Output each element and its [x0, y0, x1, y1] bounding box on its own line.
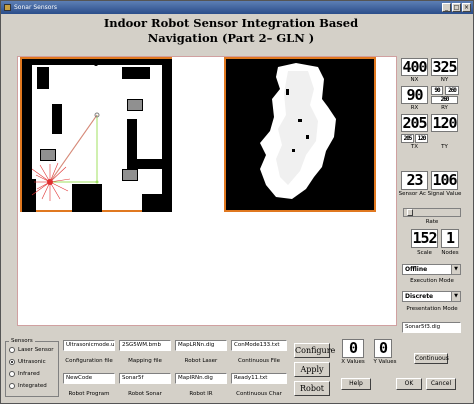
continuous-char-label: Continuous Char: [236, 391, 282, 397]
robot-sonar-field[interactable]: Sonar5f: [119, 373, 171, 384]
mapping-file-field[interactable]: 2SG5WM.bmb: [119, 340, 171, 351]
robot-program-field[interactable]: NewCode: [63, 373, 115, 384]
continuous-file-label: Continuous File: [237, 358, 280, 364]
x-values-label: X Values: [341, 359, 365, 365]
maximize-button[interactable]: □: [452, 3, 461, 12]
radio-label: Integrated: [18, 383, 47, 389]
path-line: [49, 114, 98, 183]
heading-line-1: Indoor Robot Sensor Integration Based: [103, 16, 359, 30]
ny-display: 325: [431, 58, 458, 76]
continuous-char-field[interactable]: Ready11.txt: [231, 373, 287, 384]
cancel-button[interactable]: Cancel: [426, 378, 456, 390]
ry-small-display: 260: [445, 86, 459, 95]
nx-label: NX: [410, 77, 419, 83]
map-marker: [94, 62, 98, 66]
rate-slider[interactable]: [403, 208, 461, 217]
application-window: Sonar Sensors _ □ × Indoor Robot Sensor …: [0, 0, 474, 404]
ty-label: TY: [441, 144, 448, 150]
configure-button[interactable]: Configure: [294, 343, 335, 358]
radio-indicator[interactable]: [9, 371, 15, 377]
y-values-label: Y Values: [373, 359, 397, 365]
radio-indicator[interactable]: [9, 383, 15, 389]
sensor-a-display: 23: [401, 171, 428, 190]
ty-small-display: 120: [415, 134, 428, 143]
rate-label: Rate: [425, 219, 439, 225]
radio-laser-sensor[interactable]: Laser Sensor: [9, 347, 54, 353]
apply-button[interactable]: Apply: [294, 362, 330, 377]
heading-line-2: Navigation (Part 2– GLN ): [147, 31, 315, 45]
scale-display: 152: [411, 229, 438, 248]
chevron-down-icon[interactable]: ▼: [451, 265, 460, 274]
radio-indicator[interactable]: [9, 359, 15, 365]
robot-sonar-label: Robot Sonar: [128, 391, 162, 397]
radio-indicator[interactable]: [9, 347, 15, 353]
mapping-file-label: Mapping file: [128, 358, 162, 364]
page-heading: Indoor Robot Sensor Integration Based Na…: [91, 16, 371, 46]
nx-display: 400: [401, 58, 428, 76]
help-button[interactable]: Help: [341, 378, 371, 390]
nodes-display: 1: [441, 229, 459, 248]
nodes-label: Nodes: [441, 250, 459, 256]
environment-map[interactable]: [20, 57, 172, 212]
minimize-button[interactable]: _: [442, 3, 451, 12]
radio-ultrasonic[interactable]: Ultrasonic: [9, 359, 46, 365]
radio-label: Laser Sensor: [18, 347, 54, 353]
robot-ir-field[interactable]: MapIRNn.dig: [175, 373, 227, 384]
execution-mode-value: Offline: [405, 266, 428, 273]
robot-laser-field[interactable]: MapLRNn.dig: [175, 340, 227, 351]
ty-display: 120: [431, 114, 458, 132]
title-bar: Sonar Sensors _ □ ×: [1, 1, 473, 14]
scale-label: Scale: [417, 250, 432, 256]
robot-button[interactable]: Robot: [294, 381, 330, 396]
robot-path-overlay: [31, 112, 100, 201]
close-button[interactable]: ×: [462, 3, 471, 12]
ry-label: RY: [441, 105, 448, 111]
radio-integrated[interactable]: Integrated: [9, 383, 47, 389]
robot-program-label: Robot Program: [68, 391, 110, 397]
sensors-group-label: Sensors: [9, 338, 35, 344]
rx-label: RX: [410, 105, 419, 111]
chevron-down-icon[interactable]: ▼: [451, 292, 460, 301]
configuration-file-field[interactable]: Ultrasonicmode.un-kur: [63, 340, 115, 351]
sonar-map[interactable]: [224, 57, 376, 212]
presentation-mode-value: Discrete: [405, 293, 434, 300]
continuous-button[interactable]: Continuous: [414, 353, 449, 364]
configuration-file-label: Configuration file: [65, 358, 113, 364]
robot-marker: [47, 179, 53, 185]
radio-label: Infrared: [18, 371, 40, 377]
presentation-mode-select[interactable]: Discrete ▼: [402, 291, 461, 302]
robot-ir-label: Robot IR: [189, 391, 213, 397]
radio-label: Ultrasonic: [18, 359, 46, 365]
tx-label: TX: [410, 144, 419, 150]
y-values-display: 0: [374, 339, 392, 358]
execution-mode-select[interactable]: Offline ▼: [402, 264, 461, 275]
rate-slider-thumb[interactable]: [407, 209, 413, 216]
rx-small-display: 90: [431, 86, 443, 95]
tx-display: 205: [401, 114, 428, 132]
continuous-file-field[interactable]: ConMode133.txt: [231, 340, 287, 351]
sensor-b-display: 106: [431, 171, 458, 190]
waypoint-marker: [95, 180, 99, 184]
radio-infrared[interactable]: Infrared: [9, 371, 40, 377]
app-icon: [4, 4, 11, 11]
sensor-signal-label: Sensor Ac Signal Value: [398, 191, 462, 197]
x-values-display: 0: [342, 339, 364, 358]
presentation-mode-label: Presentation Mode: [406, 306, 458, 312]
ny-label: NY: [440, 77, 449, 83]
execution-mode-label: Execution Mode: [410, 278, 454, 284]
rx-display: 90: [401, 86, 428, 104]
robot-laser-label: Robot Laser: [184, 358, 218, 364]
ok-button[interactable]: OK: [396, 378, 422, 390]
sonar-occupancy-image: [260, 63, 336, 199]
sonar-file-field[interactable]: Sonar5f3.dig: [402, 322, 461, 333]
window-title: Sonar Sensors: [14, 4, 58, 11]
ry-display: 260: [431, 96, 458, 104]
tx-small-display: 205: [401, 134, 414, 143]
